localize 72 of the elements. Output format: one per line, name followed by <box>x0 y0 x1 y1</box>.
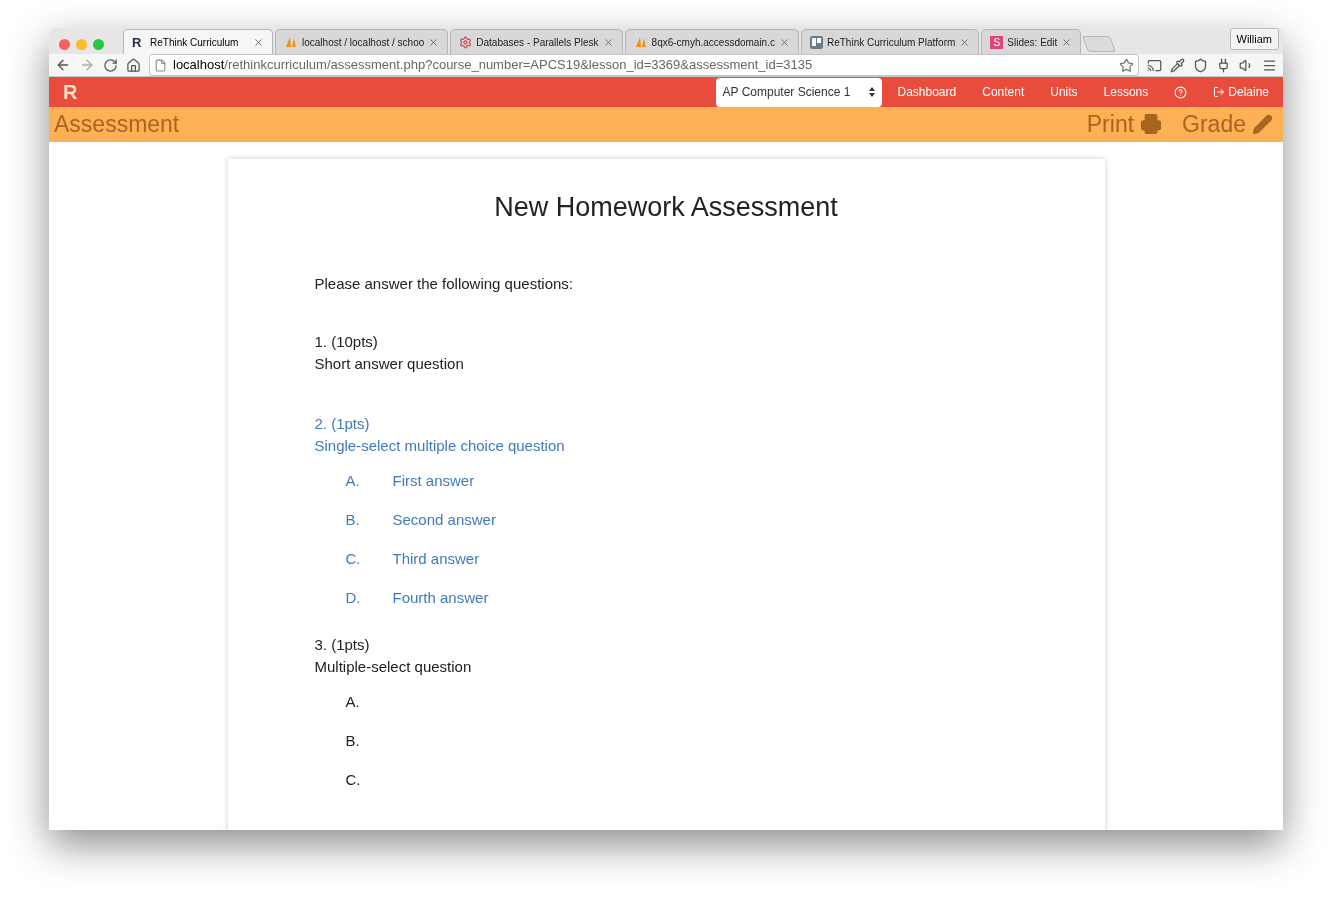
question-text: Single-select multiple choice question <box>314 435 566 456</box>
star-icon[interactable] <box>1119 57 1134 73</box>
instructions-text: Please answer the following questions: <box>314 274 574 294</box>
close-icon[interactable] <box>778 36 790 48</box>
logout-icon <box>1213 86 1226 98</box>
close-window-icon[interactable] <box>59 39 70 50</box>
browser-tab[interactable]: R ReThink Curriculum <box>123 29 273 54</box>
option-text[interactable]: Second answer <box>392 508 496 531</box>
question-text: Multiple-select question <box>314 656 473 677</box>
cast-icon[interactable] <box>1147 57 1162 73</box>
nav-link[interactable]: Dashboard <box>897 83 957 101</box>
browser-tab[interactable]: 8qx6-cmyh.accessdomain.c <box>624 29 799 54</box>
url-text: localhost/rethinkcurriculum/assessment.php?course_number=APCS19&lesson_id=3369&assessment_id=3135 <box>173 56 814 75</box>
close-icon[interactable] <box>253 36 264 48</box>
option-letter: A. <box>345 691 361 712</box>
option-text[interactable]: First answer <box>392 469 475 492</box>
option-text[interactable]: Fourth answer <box>392 586 489 609</box>
menu-icon[interactable] <box>1262 57 1277 73</box>
logo-icon: R <box>132 35 146 49</box>
pencil-icon <box>1252 113 1273 135</box>
gear-icon <box>459 35 473 49</box>
option-text[interactable]: Third answer <box>392 547 480 570</box>
browser-tab[interactable]: S Slides: Edit <box>981 29 1082 54</box>
logout-link[interactable]: Delaine <box>1213 83 1269 101</box>
board-icon <box>809 35 823 49</box>
home-icon[interactable] <box>126 57 141 73</box>
question-points: 3. (1pts) <box>314 634 371 655</box>
print-button[interactable]: Print <box>1086 107 1163 142</box>
close-icon[interactable] <box>959 36 971 48</box>
help-icon[interactable] <box>1174 85 1188 99</box>
option-letter: B. <box>345 730 361 751</box>
profile-button[interactable]: William <box>1229 28 1279 50</box>
eyedropper-icon[interactable] <box>1170 57 1185 73</box>
sail-icon <box>633 35 648 49</box>
tab-title: 8qx6-cmyh.accessdomain.c <box>651 35 775 50</box>
question-points: 2. (1pts) <box>314 413 371 434</box>
course-select[interactable]: AP Computer Science 1 <box>715 77 882 107</box>
back-icon[interactable] <box>55 57 71 73</box>
option-letter: C. <box>345 548 362 569</box>
option-letter: B. <box>345 509 361 530</box>
nav-link[interactable]: Units <box>1050 83 1078 101</box>
close-icon[interactable] <box>428 36 440 48</box>
select-arrows-icon <box>868 87 875 97</box>
tab-title: ReThink Curriculum Platform <box>826 35 956 50</box>
browser-tab[interactable]: Databases - Parallels Plesk <box>450 29 623 54</box>
tab-title: ReThink Curriculum <box>150 35 240 50</box>
tab-title: Slides: Edit <box>1007 35 1058 50</box>
close-icon[interactable] <box>1061 36 1073 48</box>
option-letter: D. <box>345 587 362 608</box>
address-bar[interactable]: localhost/rethinkcurriculum/assessment.php?course_number=APCS19&lesson_id=3369&assessment_id=3135 <box>149 54 1139 76</box>
tab-title: Databases - Parallels Plesk <box>476 35 599 50</box>
slides-icon: S <box>990 35 1004 49</box>
option-letter: C. <box>345 769 362 790</box>
tab-title: localhost / localhost / schoo <box>302 35 425 50</box>
assessment-title: New Homework Assessment <box>493 190 839 224</box>
nav-link[interactable]: Lessons <box>1103 83 1149 101</box>
question-text: Short answer question <box>314 353 465 374</box>
page-icon <box>154 58 167 72</box>
browser-tab[interactable]: localhost / localhost / schoo <box>275 29 449 54</box>
shield-icon[interactable] <box>1193 57 1208 73</box>
close-icon[interactable] <box>602 36 614 48</box>
brand-logo[interactable]: R <box>63 77 78 107</box>
sail-icon <box>284 35 298 49</box>
question-points: 1. (10pts) <box>314 331 379 352</box>
plug-icon[interactable] <box>1216 57 1231 73</box>
option-letter: A. <box>345 470 361 491</box>
printer-icon <box>1140 113 1163 136</box>
reload-icon[interactable] <box>103 57 118 73</box>
nav-link[interactable]: Content <box>982 83 1025 101</box>
page-title: Assessment <box>54 110 180 139</box>
grade-button[interactable]: Grade <box>1182 107 1273 142</box>
browser-tab[interactable]: ReThink Curriculum Platform <box>800 29 980 54</box>
